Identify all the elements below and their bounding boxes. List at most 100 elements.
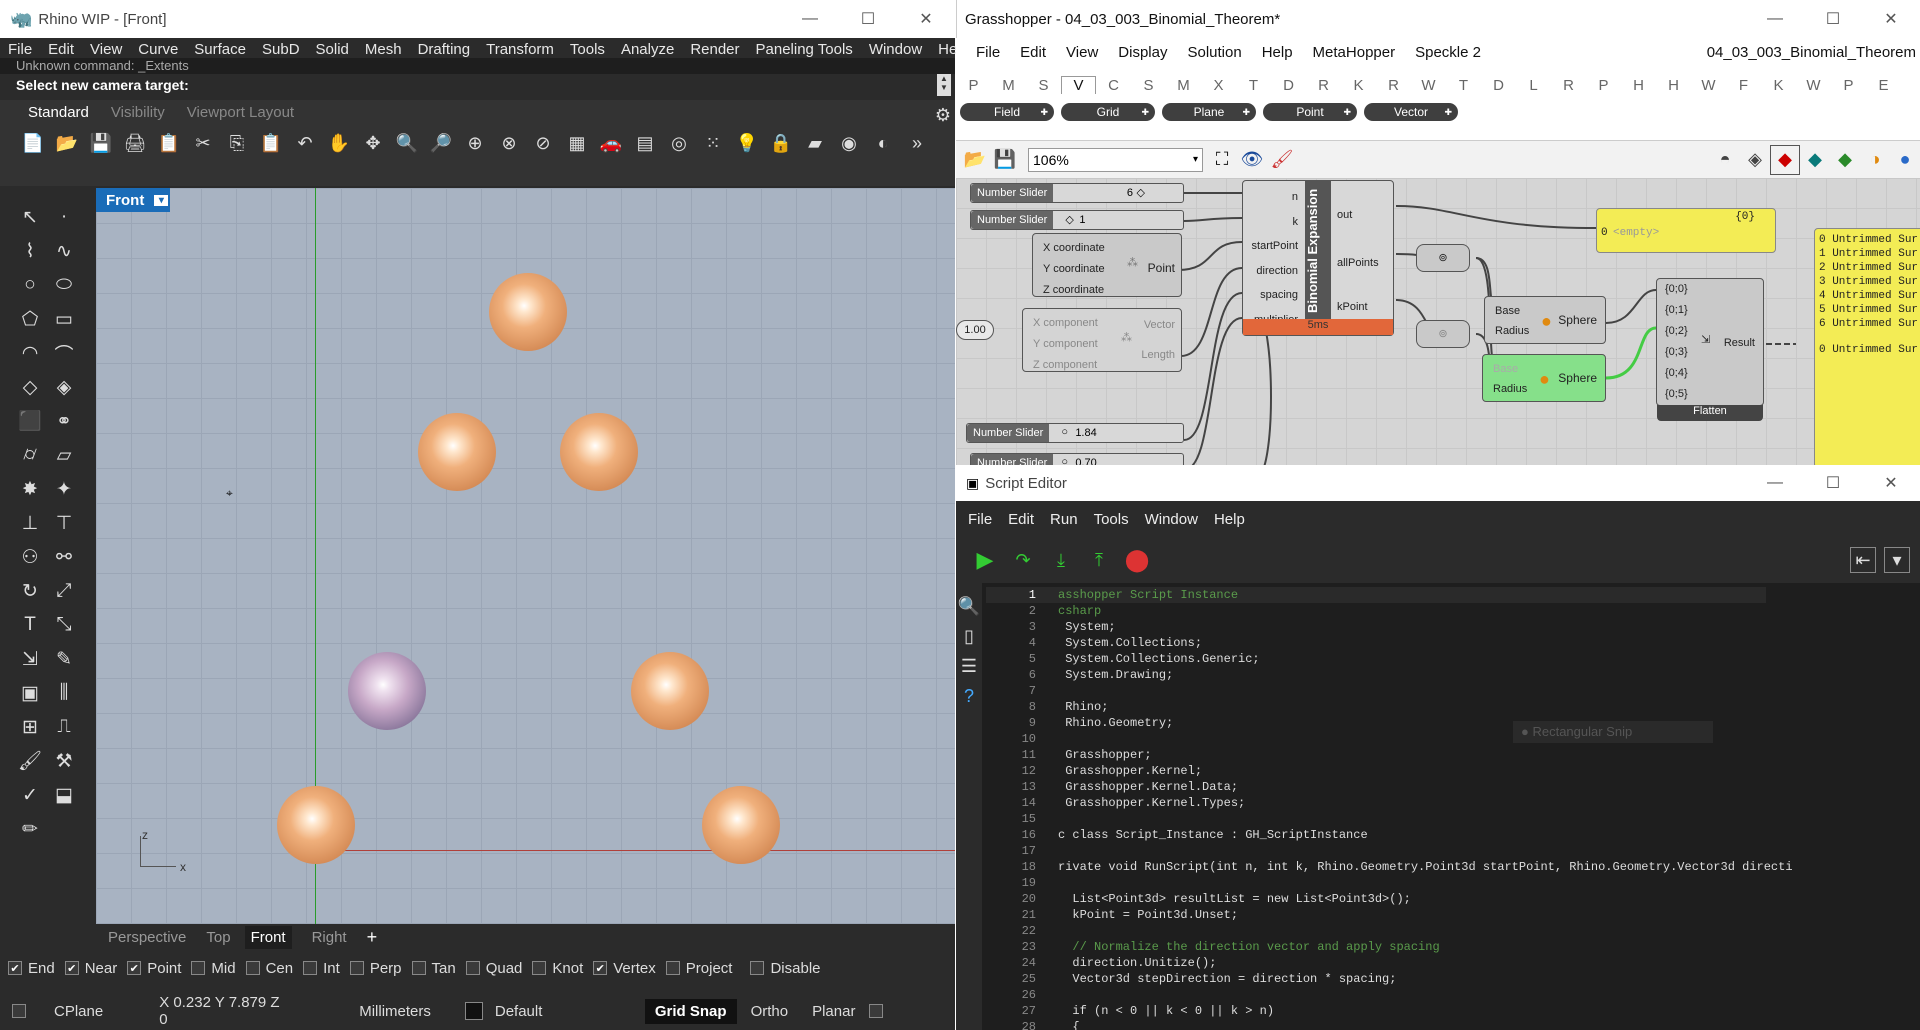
group-field[interactable]: Field ✚: [960, 103, 1054, 121]
add-viewport-button[interactable]: +: [367, 927, 378, 948]
number-slider-k[interactable]: Number Slider ◇ 1: [970, 210, 1184, 230]
maximize-icon[interactable]: ☐: [1804, 473, 1862, 493]
loft-icon[interactable]: ◈: [47, 370, 81, 404]
group-plane[interactable]: Plane ✚: [1162, 103, 1256, 121]
grid-snap-toggle[interactable]: Grid Snap: [644, 998, 737, 1024]
lock-icon[interactable]: 🔒: [766, 128, 796, 158]
rotate-view-icon[interactable]: ✥: [358, 128, 388, 158]
checkbox[interactable]: [245, 961, 260, 975]
osnap-int[interactable]: Int: [303, 960, 340, 977]
expand-icon[interactable]: ✚: [1343, 103, 1351, 121]
menu-render[interactable]: Render: [682, 41, 747, 58]
polygon-icon[interactable]: ⬠: [13, 302, 47, 336]
preview-selected-icon[interactable]: ◆: [1770, 144, 1800, 175]
gh-tab-h[interactable]: H: [1621, 77, 1656, 94]
number-slider-multiplier[interactable]: Number Slider ○ 0.70: [970, 453, 1184, 465]
param-node[interactable]: ⊚: [1416, 320, 1470, 348]
checkbox[interactable]: ✔: [64, 961, 79, 975]
paste-icon[interactable]: 📋: [256, 128, 286, 158]
menu-edit[interactable]: Edit: [40, 41, 82, 58]
gh-tab-r[interactable]: R: [1306, 77, 1341, 94]
number-slider-n[interactable]: Number Slider 6 ◇: [970, 183, 1184, 203]
checkbox[interactable]: [349, 961, 364, 975]
menu-transform[interactable]: Transform: [478, 41, 562, 58]
menu-tools[interactable]: Tools: [562, 41, 613, 58]
osnap-project[interactable]: Project: [665, 960, 732, 977]
se-menu-run[interactable]: Run: [1042, 511, 1086, 528]
sphere[interactable]: [631, 652, 709, 730]
file-icon[interactable]: ▯: [956, 621, 982, 651]
checkbox[interactable]: ✔: [593, 961, 608, 975]
tab-front[interactable]: Front: [244, 925, 292, 949]
sphere-selected[interactable]: [348, 652, 426, 730]
color-wheel-icon[interactable]: ◉: [834, 128, 864, 158]
menu-file[interactable]: File: [0, 41, 40, 58]
zoom-window-icon[interactable]: 🔎: [426, 128, 456, 158]
step-into-icon[interactable]: ⤓: [1046, 545, 1076, 575]
tab-top[interactable]: Top: [206, 929, 230, 946]
gh-tab-p[interactable]: P: [1586, 77, 1621, 94]
flash-icon[interactable]: ✦: [47, 472, 81, 506]
render-icon[interactable]: ◐: [868, 128, 898, 158]
status-panel-toggle[interactable]: [869, 1004, 884, 1018]
chevron-down-icon[interactable]: ▾: [154, 194, 169, 206]
menu-paneling-tools[interactable]: Paneling Tools: [748, 41, 861, 58]
list-icon[interactable]: ☰: [956, 651, 982, 681]
gh-tab-k[interactable]: K: [1341, 77, 1376, 94]
sphere[interactable]: [418, 413, 496, 491]
copy-clipboard-icon[interactable]: 📋: [154, 128, 184, 158]
scale-icon[interactable]: ⤢: [47, 574, 81, 608]
osnap-vertex[interactable]: ✔ Vertex: [593, 960, 656, 977]
slider-knob-icon[interactable]: ○: [1061, 456, 1068, 465]
menu-window[interactable]: Window: [861, 41, 930, 58]
arc-icon[interactable]: ◠: [13, 336, 47, 370]
zoom-extents-icon[interactable]: ⊕: [460, 128, 490, 158]
mirror-icon[interactable]: ⬓: [47, 778, 81, 812]
gear-icon[interactable]: ⚙: [928, 100, 958, 130]
checkbox[interactable]: [532, 961, 547, 975]
zoom-dynamic-icon[interactable]: ⊘: [528, 128, 558, 158]
se-menu-tools[interactable]: Tools: [1086, 511, 1137, 528]
select-icon[interactable]: ↖: [13, 200, 47, 234]
units[interactable]: Millimeters: [359, 1003, 431, 1020]
mesh-icon[interactable]: ▱: [47, 438, 81, 472]
number-slider-spacing[interactable]: Number Slider ○ 1.84: [966, 423, 1184, 443]
gh-menu-solution[interactable]: Solution: [1177, 44, 1251, 61]
help-icon[interactable]: ?: [956, 681, 982, 711]
gh-menu-edit[interactable]: Edit: [1010, 44, 1056, 61]
viewport-title[interactable]: Front ▾: [96, 188, 171, 212]
zoom-extents-icon[interactable]: ⛶: [1207, 145, 1237, 175]
light-icon[interactable]: 💡: [732, 128, 762, 158]
edit-icon[interactable]: ✎: [47, 642, 81, 676]
osnap-near[interactable]: ✔ Near: [64, 960, 117, 977]
open-file-icon[interactable]: 📂: [960, 145, 990, 175]
minimize-icon[interactable]: —: [781, 10, 839, 28]
curve-icon[interactable]: ∿: [47, 234, 81, 268]
sphere[interactable]: [277, 786, 355, 864]
ellipse-icon[interactable]: ⬭: [47, 268, 81, 302]
zoom-select[interactable]: 106% ▾: [1028, 147, 1203, 172]
command-scroll[interactable]: ▲ ▼: [937, 74, 951, 96]
gh-tab-r[interactable]: R: [1376, 77, 1411, 94]
point-icon[interactable]: ·: [47, 200, 81, 234]
osnap-quad[interactable]: Quad: [465, 960, 522, 977]
gh-tab-w[interactable]: W: [1691, 77, 1726, 94]
checkbox[interactable]: [303, 961, 318, 975]
viewports-icon[interactable]: ▦: [562, 128, 592, 158]
brush-icon[interactable]: 🖌: [13, 744, 47, 778]
current-layer[interactable]: Default: [495, 1003, 645, 1020]
minimize-icon[interactable]: —: [1746, 10, 1804, 28]
construct-point-component[interactable]: X coordinate Y coordinate Z coordinate ⁂…: [1032, 233, 1182, 297]
gh-tab-s[interactable]: S: [1131, 77, 1166, 94]
menu-view[interactable]: View: [82, 41, 130, 58]
osnap-cen[interactable]: Cen: [245, 960, 293, 977]
copy-icon[interactable]: ⎘: [222, 128, 252, 158]
osnap-mid[interactable]: Mid: [191, 960, 236, 977]
group-grid[interactable]: Grid ✚: [1061, 103, 1155, 121]
gh-menu-display[interactable]: Display: [1108, 44, 1177, 61]
expand-icon[interactable]: ✚: [1040, 103, 1048, 121]
sphere-preview-icon[interactable]: ●: [1890, 145, 1920, 175]
osnap-end[interactable]: ✔ End: [8, 960, 55, 977]
se-menu-window[interactable]: Window: [1137, 511, 1206, 528]
osnap-perp[interactable]: Perp: [349, 960, 402, 977]
